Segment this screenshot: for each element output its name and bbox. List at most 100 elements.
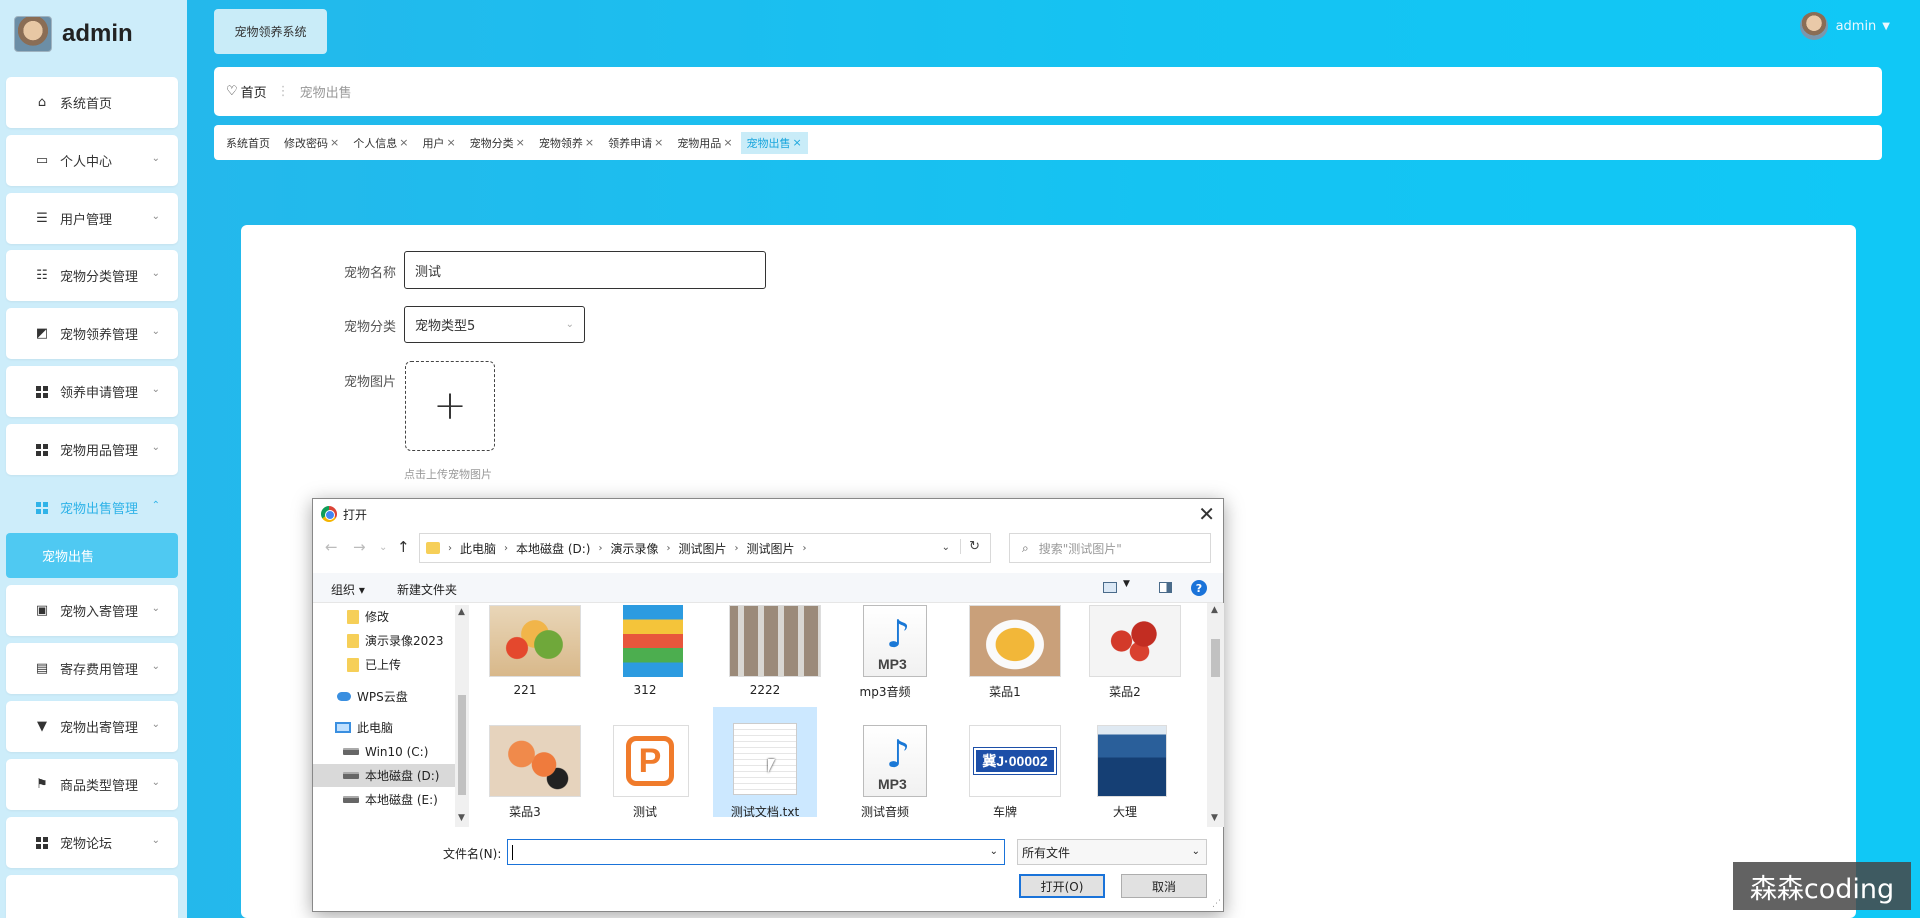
- pin-icon: ▼: [37, 719, 47, 734]
- file-list-scrollbar[interactable]: ▲ ▼: [1207, 603, 1224, 827]
- sidebar-item-boarding-fee[interactable]: ▤ 寄存费用管理 ⌄: [6, 643, 178, 694]
- close-icon[interactable]: ✕: [1198, 502, 1215, 526]
- user-menu[interactable]: admin ▼: [1799, 12, 1890, 40]
- tree-item[interactable]: 本地磁盘 (D:): [313, 764, 455, 787]
- sidebar-item-home[interactable]: ⌂ 系统首页: [6, 77, 178, 128]
- path-crumb[interactable]: 测试图片: [679, 540, 727, 557]
- file-item[interactable]: ♪ MP3 mp3音频: [833, 603, 937, 707]
- cancel-button[interactable]: 取消: [1121, 874, 1207, 898]
- sidebar-subitem-pet-sale[interactable]: 宠物出售: [6, 533, 178, 578]
- tag-home[interactable]: 系统首页: [220, 132, 276, 154]
- file-item[interactable]: 2222: [713, 603, 821, 707]
- image-upload-button[interactable]: +: [405, 361, 495, 451]
- new-folder-button[interactable]: 新建文件夹: [397, 581, 457, 598]
- pet-category-select[interactable]: 宠物类型5 ⌄: [404, 306, 585, 343]
- file-item[interactable]: 测试文档.txt: [713, 707, 817, 819]
- sidebar-item-adoption-apply[interactable]: 领养申请管理 ⌄: [6, 366, 178, 417]
- file-item[interactable]: 冀J·00002 车牌: [953, 717, 1061, 827]
- tree-item[interactable]: Win10 (C:): [313, 740, 455, 763]
- tag-pet-category[interactable]: 宠物分类 ×: [464, 132, 531, 154]
- sidebar-item-users[interactable]: ☰ 用户管理 ⌄: [6, 193, 178, 244]
- sidebar-item-pet-category[interactable]: ☷ 宠物分类管理 ⌄: [6, 250, 178, 301]
- grid-icon: [34, 500, 50, 516]
- tree-item[interactable]: 本地磁盘 (E:): [313, 788, 455, 811]
- file-item[interactable]: 312: [593, 603, 697, 707]
- view-icon[interactable]: [1103, 582, 1117, 593]
- sidebar-item-pet-supplies[interactable]: 宠物用品管理 ⌄: [6, 424, 178, 475]
- sidebar-item-boarding-out[interactable]: ▼ 宠物出寄管理 ⌄: [6, 701, 178, 752]
- tree-item[interactable]: 已上传: [313, 653, 455, 676]
- tree-item-label: 已上传: [365, 658, 402, 672]
- tree-item-label: Win10 (C:): [365, 744, 429, 759]
- scroll-up-icon[interactable]: ▲: [458, 607, 465, 617]
- chevron-down-icon[interactable]: ⌄: [990, 846, 998, 857]
- tree-item[interactable]: 此电脑: [313, 716, 455, 739]
- back-arrow-icon[interactable]: ←: [325, 538, 338, 556]
- pet-name-input[interactable]: 测试: [404, 251, 766, 289]
- close-icon[interactable]: ×: [654, 136, 663, 149]
- sidebar-item-pet-adoption[interactable]: ◩ 宠物领养管理 ⌄: [6, 308, 178, 359]
- organize-button[interactable]: 组织 ▾: [331, 581, 365, 598]
- file-item[interactable]: 大理: [1073, 717, 1177, 827]
- sidebar-item-goods-type[interactable]: ⚑ 商品类型管理 ⌄: [6, 759, 178, 810]
- search-input[interactable]: ⌕ 搜索"测试图片": [1009, 533, 1211, 563]
- tag-pet-supplies[interactable]: 宠物用品 ×: [671, 132, 738, 154]
- tag-users[interactable]: 用户 ×: [416, 132, 461, 154]
- close-icon[interactable]: ×: [399, 136, 408, 149]
- preview-pane-icon[interactable]: [1159, 582, 1172, 593]
- help-icon[interactable]: ?: [1191, 580, 1207, 596]
- avatar: [1799, 12, 1828, 40]
- tree-item[interactable]: 演示录像2023: [313, 629, 455, 652]
- file-item[interactable]: ♪ MP3 测试音频: [833, 717, 937, 827]
- close-icon[interactable]: ×: [516, 136, 525, 149]
- tag-adoption-apply[interactable]: 领养申请 ×: [602, 132, 669, 154]
- path-crumb[interactable]: 演示录像: [610, 540, 658, 557]
- close-icon[interactable]: ×: [446, 136, 455, 149]
- sidebar-item-pet-sale[interactable]: 宠物出售管理 ⌃: [6, 482, 178, 533]
- close-icon[interactable]: ×: [793, 136, 802, 149]
- chevron-down-icon[interactable]: ⌄: [942, 542, 950, 553]
- tree-scrollbar[interactable]: ▲ ▼: [455, 605, 469, 827]
- file-name: 大理: [1112, 805, 1137, 819]
- tag-profile[interactable]: 个人信息 ×: [347, 132, 414, 154]
- tree-item[interactable]: 修改: [313, 605, 455, 628]
- sidebar-item-boarding-in[interactable]: ▣ 宠物入寄管理 ⌄: [6, 585, 178, 636]
- tag-change-password[interactable]: 修改密码 ×: [278, 132, 345, 154]
- file-item[interactable]: 菜品1: [953, 603, 1061, 707]
- close-icon[interactable]: ×: [330, 136, 339, 149]
- scrollbar-thumb[interactable]: [1211, 639, 1220, 677]
- tag-pet-sale[interactable]: 宠物出售 ×: [740, 131, 808, 154]
- photo-thumbnail: [1089, 605, 1181, 677]
- close-icon[interactable]: ×: [723, 136, 732, 149]
- breadcrumb-home[interactable]: ♡ 首页: [226, 82, 267, 101]
- tag-pet-adoption[interactable]: 宠物领养 ×: [533, 132, 600, 154]
- resize-grip-icon[interactable]: ⋰: [1212, 899, 1221, 909]
- recent-dropdown-icon[interactable]: ⌄: [379, 542, 387, 553]
- system-name-button[interactable]: 宠物领养系统: [214, 9, 327, 54]
- scroll-down-icon[interactable]: ▼: [458, 813, 465, 823]
- tree-item[interactable]: WPS云盘: [313, 685, 455, 708]
- forward-arrow-icon[interactable]: →: [353, 538, 366, 556]
- pet-image-label: 宠物图片: [343, 375, 396, 390]
- close-icon[interactable]: ×: [585, 136, 594, 149]
- scroll-down-icon[interactable]: ▼: [1211, 813, 1218, 823]
- filename-input[interactable]: ⌄: [507, 839, 1005, 865]
- file-item[interactable]: P 测试: [593, 717, 697, 827]
- path-crumb[interactable]: 测试图片: [747, 540, 795, 557]
- view-dropdown-icon[interactable]: ▼: [1123, 579, 1130, 589]
- file-item[interactable]: 菜品2: [1073, 603, 1181, 707]
- sidebar-item-more[interactable]: [6, 875, 178, 918]
- open-button[interactable]: 打开(O): [1019, 874, 1105, 898]
- path-crumb[interactable]: 本地磁盘 (D:): [516, 540, 590, 557]
- sidebar-item-forum[interactable]: 宠物论坛 ⌄: [6, 817, 178, 868]
- address-bar[interactable]: › 此电脑 › 本地磁盘 (D:) › 演示录像 › 测试图片 › 测试图片 ›…: [419, 533, 991, 563]
- refresh-icon[interactable]: ↻: [960, 539, 980, 554]
- file-item[interactable]: 菜品3: [473, 717, 581, 827]
- path-crumb[interactable]: 此电脑: [460, 540, 496, 557]
- scrollbar-thumb[interactable]: [458, 695, 466, 795]
- up-arrow-icon[interactable]: ↑: [397, 538, 410, 556]
- filetype-select[interactable]: 所有文件 ⌄: [1017, 839, 1207, 865]
- scroll-up-icon[interactable]: ▲: [1211, 605, 1218, 615]
- sidebar-item-profile[interactable]: ▭ 个人中心 ⌄: [6, 135, 178, 186]
- file-item[interactable]: 221: [473, 603, 581, 707]
